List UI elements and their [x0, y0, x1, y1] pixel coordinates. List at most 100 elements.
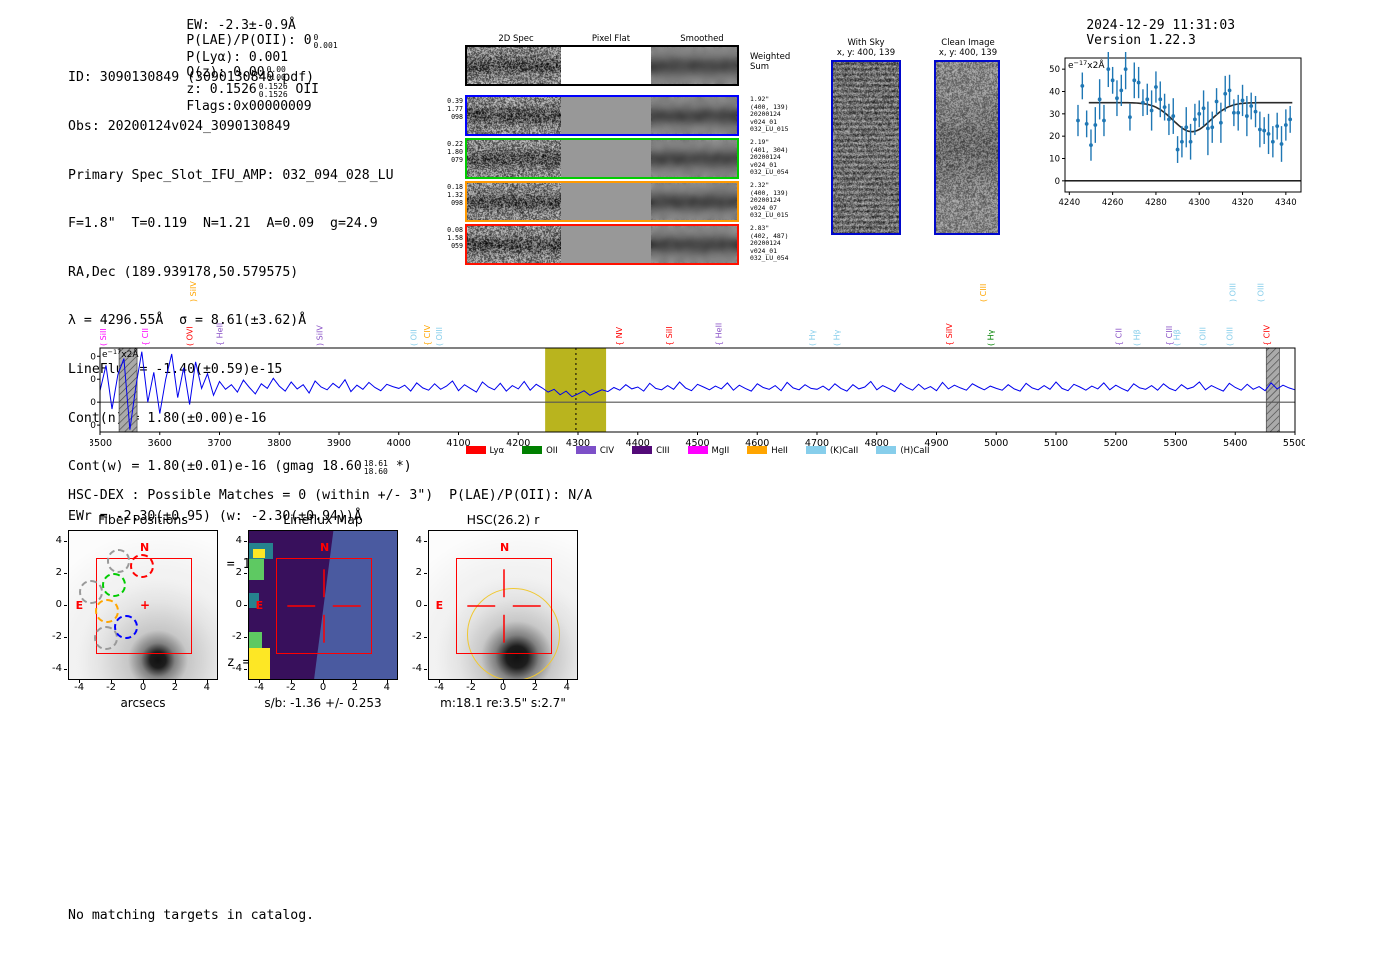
x-tickmark	[323, 680, 324, 683]
crosshair	[287, 569, 361, 643]
elixer-report-page: EW: -2.3±-0.9Å P(LAE)/P(OII): 0 0 0.001 P(…	[0, 0, 1400, 953]
legend-item-CIV: CIV	[575, 446, 614, 456]
fiber-positions-panel: N E +	[68, 530, 218, 680]
y-tick: -2	[52, 630, 62, 642]
pixel-flat-4	[561, 226, 651, 263]
compass-north: N	[140, 540, 150, 554]
x-tickmark	[471, 680, 473, 683]
svg-text:100: 100	[90, 352, 96, 362]
svg-text:50: 50	[1049, 65, 1060, 75]
y-tick: 2	[55, 567, 62, 579]
svg-text:10: 10	[1049, 155, 1060, 165]
cutout-row-2	[465, 138, 739, 179]
x-tickmark	[174, 680, 176, 683]
x-tickmark	[111, 680, 113, 683]
line-label-HeII: { HeII	[216, 323, 225, 346]
svg-text:0: 0	[1055, 177, 1060, 187]
y-tick: -4	[52, 662, 62, 674]
line-label-CIII: ( CIII	[979, 284, 988, 302]
detection-id: ID: 3090130849 (3090130849.pdf)	[68, 70, 315, 86]
primary-spec-slot: Primary Spec_Slot_IFU_AMP: 032_094_028_L…	[68, 167, 394, 183]
y-tickmark	[64, 541, 67, 543]
svg-text:4240: 4240	[1059, 198, 1081, 208]
line-label-CII: { CII	[1115, 328, 1124, 346]
clean-image	[934, 60, 1000, 235]
x-tickmark	[206, 680, 208, 683]
y-tickmark	[424, 573, 427, 575]
x-tick: -4	[74, 682, 85, 693]
x-tick: 2	[171, 682, 179, 693]
cutout-left-label-2: 0.22 1.80 079	[447, 140, 463, 164]
y-tick: -2	[232, 630, 242, 642]
y-tickmark	[244, 668, 247, 670]
line-label-OIII: ( OIII	[1225, 327, 1234, 346]
legend-item-(H)CaII: (H)CaII	[876, 446, 930, 456]
legend-item-Lyα: Lyα	[465, 446, 504, 456]
cutout-left-label-3: 0.18 1.32 098	[447, 183, 463, 207]
fiber-xlabel: arcsecs	[120, 696, 166, 710]
svg-text:40: 40	[1049, 88, 1060, 98]
col-header-pixel-flat: Pixel Flat	[591, 34, 631, 44]
lineflux-map-title: Lineflux Map	[283, 512, 363, 527]
pixel-flat-2	[561, 140, 651, 177]
fiber-positions-title: Fiber Positions	[98, 512, 188, 527]
line-label-Hγ: ( Hγ	[833, 329, 842, 346]
legend-item-MgII: MgII	[687, 446, 729, 456]
svg-text:4340: 4340	[1275, 198, 1297, 208]
y-tickmark	[244, 636, 247, 638]
center-marker: +	[140, 598, 151, 612]
spectrum-legend: Lyα OII CIV CIII MgII HeII (K)CaII (H)CaII	[90, 446, 1305, 456]
line-label-OII: ( OII	[410, 329, 419, 346]
y-tickmark	[424, 605, 427, 606]
x-tickmark	[439, 680, 441, 683]
x-tick: -4	[434, 682, 445, 693]
x-tick: 2	[351, 682, 359, 693]
x-tick: 4	[563, 682, 571, 693]
cutout-row-4	[465, 224, 739, 265]
y-tickmark	[244, 541, 247, 543]
hsc-xlabel: m:18.1 re:3.5" s:2.7"	[440, 696, 566, 710]
line-label-OIII: ( OIII	[1198, 327, 1207, 346]
ew-value: EW: -2.3±-0.9Å	[186, 18, 296, 33]
y-tickmark	[64, 573, 67, 575]
cont-w: Cont(w) = 1.80(±0.01)e-16 (gmag 18.60 18.…	[68, 459, 412, 477]
x-tick: 0	[139, 682, 147, 693]
crosshair	[467, 569, 541, 643]
y-tickmark	[244, 573, 247, 575]
x-tickmark	[79, 680, 81, 683]
line-label-Hγ: ( Hγ	[808, 329, 817, 346]
y-tick: 0	[415, 599, 422, 610]
line-label-SiIV: { SiIV	[945, 323, 954, 346]
legend-item-OII: OII	[522, 446, 558, 456]
svg-text:50: 50	[90, 375, 96, 385]
line-label-Hγ: ( Hγ	[986, 329, 995, 346]
y-tick: 0	[55, 599, 62, 610]
x-tickmark	[291, 680, 293, 683]
line-label-SiII: { SiII	[665, 326, 674, 346]
svg-text:4320: 4320	[1232, 198, 1254, 208]
fiber-circle-6	[114, 614, 139, 639]
svg-text:30: 30	[1049, 110, 1060, 120]
cutout-left-label-4: 0.08 1.58 059	[447, 226, 463, 250]
x-tickmark	[259, 680, 261, 683]
cutout-right-label-2: 2.19" (401, 304) 20200124 v024_01 032_LU_054	[750, 138, 789, 177]
legend-item-HeII: HeII	[747, 446, 788, 456]
x-tickmark	[386, 680, 388, 683]
x-tickmark	[503, 680, 504, 683]
pixel-flat-3	[561, 183, 651, 220]
y-tickmark	[64, 668, 67, 670]
y-tick: -4	[412, 662, 422, 674]
x-tick: 4	[203, 682, 211, 693]
pixel-flat-1	[561, 97, 651, 134]
line-label-Hβ: ( Hβ	[1133, 329, 1142, 346]
x-tickmark	[534, 680, 536, 683]
col-header-2d-spec: 2D Spec	[498, 34, 534, 44]
y-tick: 2	[415, 567, 422, 579]
fiber-circle-4	[101, 573, 126, 598]
line-fit-chart: 0 10 20 30 40 50 4240 4260 4280 4300 4320 4340 e−17x…	[1049, 52, 1302, 208]
with-sky-title: With Sky x, y: 400, 139	[836, 38, 896, 58]
report-datetime: 2024-12-29 11:31:03	[1086, 18, 1236, 33]
hsc-dex-matches-line: HSC-DEX : Possible Matches = 0 (within +…	[68, 488, 593, 503]
legend-item-CIII: CIII	[632, 446, 670, 456]
line-label-OIII: ) OIII	[1228, 283, 1237, 302]
